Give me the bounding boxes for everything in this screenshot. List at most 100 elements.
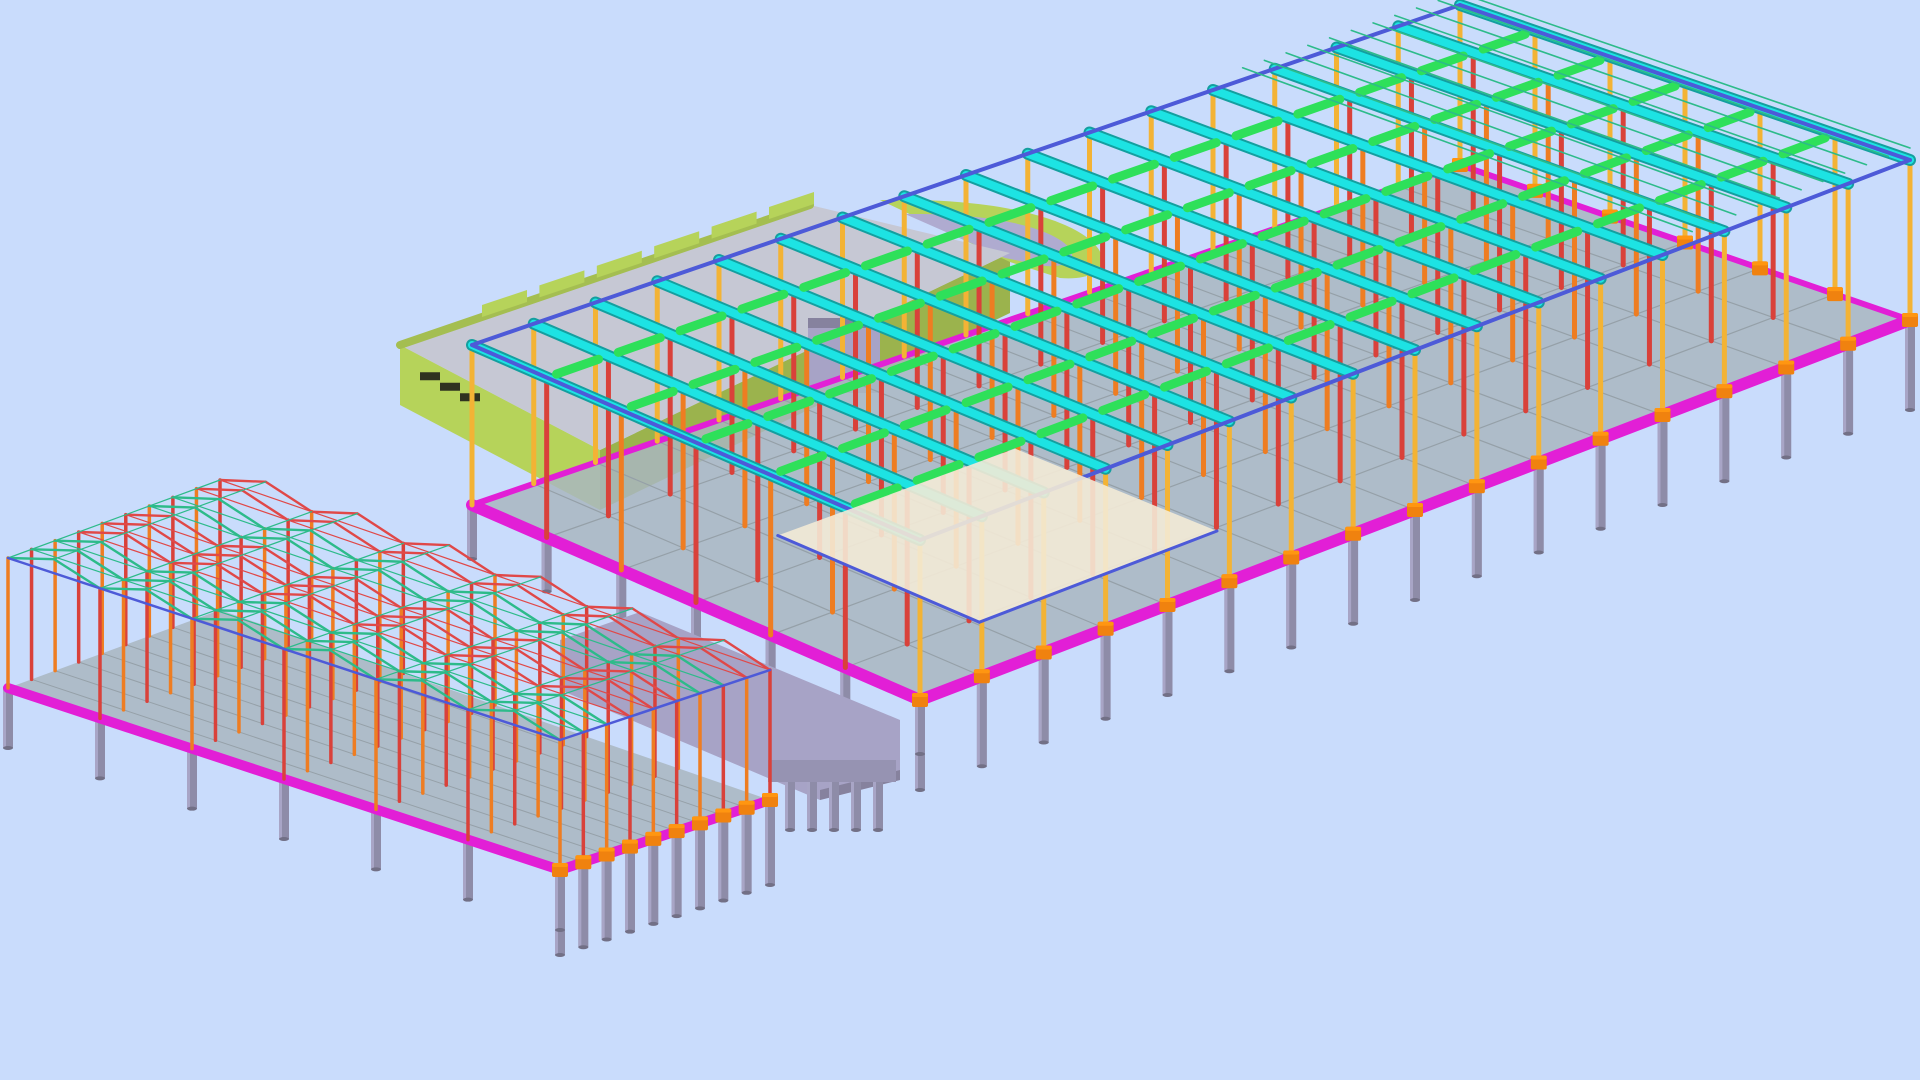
pile-cap-top [1530, 455, 1547, 460]
truss-chord [560, 676, 609, 681]
pile-foot [765, 883, 775, 887]
pile-cap-top [1654, 408, 1671, 412]
truss-chord [583, 668, 632, 673]
pile-highlight [371, 809, 374, 870]
truss-chord [237, 600, 287, 605]
pile-cap-top [1283, 550, 1300, 555]
pile-highlight [1781, 367, 1785, 458]
pile-highlight [616, 570, 620, 624]
pile-highlight [625, 846, 628, 932]
pile-foot [1719, 479, 1730, 484]
pile-highlight [829, 782, 832, 830]
pile-highlight [785, 782, 788, 830]
pile-cap-top [1778, 360, 1795, 365]
pile-cap-top [1677, 235, 1693, 240]
pile-foot [741, 890, 752, 895]
truss-chord [192, 553, 242, 557]
truss-chord [145, 570, 195, 574]
pile-foot [1595, 526, 1606, 531]
pile-foot [718, 898, 729, 903]
pile-highlight [1471, 486, 1475, 577]
truss-chord [446, 590, 496, 595]
pile-foot [463, 897, 473, 902]
pile-highlight [1286, 557, 1290, 648]
pile-foot [695, 906, 705, 911]
truss-chord [239, 536, 289, 541]
truss-chord [331, 567, 380, 572]
pile-highlight [279, 779, 282, 839]
pile-foot [915, 752, 925, 756]
truss-chord [445, 653, 494, 658]
truss-chord [355, 558, 404, 563]
pile-highlight [741, 807, 745, 893]
truss-chord [353, 623, 402, 627]
truss-chord [101, 522, 150, 526]
truss-chord [263, 527, 312, 532]
pile-foot [648, 921, 659, 926]
pile-highlight [1595, 438, 1599, 529]
pile-foot [1781, 455, 1792, 460]
pile-highlight [695, 823, 698, 909]
truss-chord [169, 561, 218, 566]
truss-chord [515, 629, 564, 634]
truss-chord [490, 700, 539, 705]
pile-cap-top [575, 855, 592, 860]
pile-foot [95, 776, 105, 781]
pile-cap-top [645, 831, 662, 836]
pile-foot [807, 828, 817, 832]
pile-cap-top [762, 793, 778, 797]
truss-chord [491, 637, 541, 642]
pile-highlight [467, 505, 470, 559]
truss-chord [630, 652, 679, 658]
structural-model-view[interactable] [0, 0, 1920, 1080]
truss-chord [53, 539, 103, 544]
pile-cap-top [1592, 431, 1609, 436]
truss-chord [607, 660, 656, 665]
truss-chord [30, 548, 79, 552]
truss-chord [284, 583, 334, 588]
pile-foot [976, 764, 987, 769]
pile-cap-top [1159, 598, 1176, 602]
pile-highlight [1905, 320, 1908, 410]
pile-foot [671, 914, 682, 919]
truss-chord [216, 544, 265, 549]
pile-cap-top [552, 863, 568, 867]
pile-highlight [671, 831, 675, 917]
pile-highlight [873, 782, 876, 830]
pile-highlight [541, 537, 545, 592]
pile-cap-top [1407, 503, 1423, 507]
truss-chord [536, 684, 586, 689]
pile-highlight [1410, 510, 1413, 600]
pile-highlight [765, 800, 768, 885]
pile-highlight [1533, 462, 1537, 553]
pile-cap-top [738, 800, 755, 805]
pile-highlight [601, 854, 605, 940]
pile-foot [555, 928, 565, 932]
pile-foot [915, 788, 925, 792]
pile-highlight [976, 676, 980, 767]
truss-chord [122, 578, 171, 583]
pile-cap-top [973, 669, 990, 674]
pile-foot [1348, 621, 1359, 626]
pile-highlight [187, 748, 190, 809]
truss-chord [468, 645, 517, 650]
pile-foot [873, 828, 883, 832]
pile-foot [1100, 716, 1111, 721]
pile-highlight [1038, 652, 1042, 743]
pile-highlight [578, 862, 582, 948]
pile-cap-top [1716, 384, 1733, 389]
pile-cap-top [1345, 526, 1362, 531]
truss-chord [171, 496, 220, 501]
truss-chord [261, 592, 310, 597]
truss-chord [214, 609, 263, 613]
pile-cap-top [912, 693, 928, 697]
pile-cap-top [1221, 574, 1238, 579]
truss-chord [306, 639, 355, 644]
pile-highlight [807, 782, 810, 830]
pile-highlight [463, 839, 466, 900]
pile-cap-top [1827, 287, 1843, 292]
pile-highlight [718, 815, 722, 901]
truss-chord [376, 614, 425, 619]
pile-cap-top [1468, 479, 1485, 484]
pile-foot [829, 828, 839, 832]
